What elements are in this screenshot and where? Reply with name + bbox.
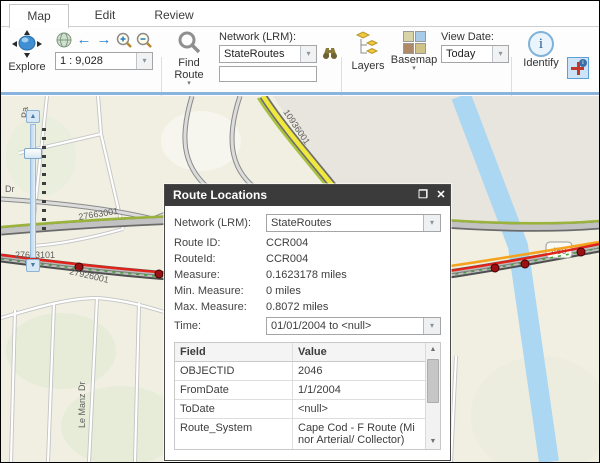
info-badge-icon: i [579, 59, 587, 67]
find-route-label: Find Route [165, 57, 213, 81]
dialog-network-label: Network (LRM): [174, 217, 266, 229]
binoculars-icon[interactable] [321, 46, 339, 62]
find-route-magnifier-icon [177, 30, 201, 57]
map-canvas[interactable]: 450 27663001 27663101 27926001 10936001 … [1, 96, 599, 462]
tab-map[interactable]: Map [9, 4, 69, 28]
layers-button[interactable]: Layers [347, 31, 389, 72]
street-label: Le Manz Dr [77, 381, 87, 428]
route-id-label: Route ID: [174, 237, 266, 249]
min-measure-label: Min. Measure: [174, 285, 266, 297]
identify-route-locations-tool-button[interactable]: i [567, 57, 589, 79]
attribute-table: Field Value OBJECTID 2046 FromDate 1/1/2… [174, 342, 441, 450]
chevron-down-icon[interactable]: ▾ [136, 53, 152, 69]
zoom-in-icon[interactable] [115, 32, 133, 48]
chevron-down-icon: ▾ [187, 81, 191, 87]
network-lrm-label: Network (LRM): [219, 31, 296, 43]
chevron-down-icon: ▾ [412, 66, 416, 72]
tab-edit[interactable]: Edit [77, 4, 133, 27]
max-measure-label: Max. Measure: [174, 301, 266, 313]
chevron-down-icon[interactable]: ▾ [423, 318, 440, 334]
ribbon-bottom-accent [1, 92, 599, 95]
zoom-slider-down-icon[interactable]: ▼ [26, 259, 40, 272]
view-date-label: View Date: [441, 31, 494, 43]
full-extent-globe-icon[interactable] [55, 32, 73, 48]
route-input[interactable] [219, 66, 317, 82]
identify-info-icon: i [528, 31, 554, 57]
time-label: Time: [174, 320, 266, 332]
table-row[interactable]: Route_System Cape Cod - F Route (Mi nor … [175, 419, 425, 449]
basemap-button[interactable]: Basemap ▾ [391, 31, 437, 72]
zoom-slider-ticks [42, 128, 46, 234]
layers-icon [355, 31, 381, 60]
table-scrollbar[interactable]: ▲ ▼ [425, 343, 440, 449]
maximize-icon[interactable]: ❐ [414, 185, 432, 206]
scale-value: 1 : 9,028 [56, 55, 136, 67]
close-icon[interactable]: ✕ [432, 185, 450, 206]
time-combobox[interactable]: 01/01/2004 to <null> ▾ [266, 317, 441, 335]
tab-bar: Map Edit Review [1, 1, 599, 27]
explore-label: Explore [8, 61, 45, 73]
value-column-header[interactable]: Value [293, 343, 425, 361]
layers-label: Layers [351, 60, 384, 72]
network-lrm-combobox[interactable]: StateRoutes ▾ [219, 45, 317, 63]
min-measure-value: 0 miles [266, 285, 301, 297]
max-measure-value: 0.8072 miles [266, 301, 328, 313]
field-column-header[interactable]: Field [175, 343, 293, 361]
chevron-down-icon[interactable]: ▾ [300, 46, 316, 62]
identify-button[interactable]: i Identify [519, 31, 563, 69]
zoom-slider-thumb[interactable] [24, 148, 42, 159]
routeid-value: CCR004 [266, 253, 308, 265]
view-date-combobox[interactable]: Today ▾ [441, 45, 509, 63]
chevron-down-icon[interactable]: ▾ [492, 46, 508, 62]
dialog-title: Route Locations [173, 185, 267, 206]
route-locations-dialog: Route Locations ❐ ✕ Network (LRM): State… [164, 184, 451, 461]
street-label: Dr [5, 184, 15, 194]
view-date-value: Today [442, 48, 492, 60]
ribbon: Map Edit Review Explore [1, 1, 599, 96]
dialog-title-bar[interactable]: Route Locations ❐ ✕ [165, 185, 450, 206]
scrollbar-thumb[interactable] [427, 359, 439, 403]
zoom-slider-track[interactable] [30, 124, 36, 258]
dialog-network-value: StateRoutes [267, 217, 423, 229]
application-window: Map Edit Review Explore [0, 0, 600, 463]
table-row[interactable]: ToDate <null> [175, 400, 425, 419]
scroll-up-icon[interactable]: ▲ [426, 343, 440, 357]
table-row[interactable]: FromDate 1/1/2004 [175, 381, 425, 400]
network-lrm-value: StateRoutes [220, 48, 300, 60]
identify-label: Identify [523, 57, 558, 69]
zoom-slider-up-icon[interactable]: ▲ [26, 110, 40, 123]
zoom-out-icon[interactable] [135, 32, 153, 48]
ribbon-body: Explore ← → 1 : 9,028 ▾ Navigate [1, 27, 599, 92]
previous-extent-icon[interactable]: ← [75, 32, 93, 48]
measure-label: Measure: [174, 269, 266, 281]
find-route-button[interactable]: Find Route ▾ [165, 30, 213, 87]
explore-icon [10, 30, 44, 61]
dialog-content: Network (LRM): StateRoutes ▾ Route ID:CC… [165, 206, 450, 450]
tab-review[interactable]: Review [141, 4, 207, 27]
explore-button[interactable]: Explore [3, 30, 51, 73]
measure-value: 0.1623178 miles [266, 269, 347, 281]
routeid-label: RouteId: [174, 253, 266, 265]
table-row[interactable]: OBJECTID 2046 [175, 362, 425, 381]
route-id-value: CCR004 [266, 237, 308, 249]
basemap-icon [403, 31, 426, 54]
next-extent-icon[interactable]: → [95, 32, 113, 48]
scale-combobox[interactable]: 1 : 9,028 ▾ [55, 52, 153, 70]
scroll-down-icon[interactable]: ▼ [426, 435, 440, 449]
time-value: 01/01/2004 to <null> [267, 320, 423, 332]
table-header-row: Field Value [175, 343, 425, 362]
chevron-down-icon[interactable]: ▾ [423, 215, 440, 231]
dialog-network-combobox[interactable]: StateRoutes ▾ [266, 214, 441, 232]
